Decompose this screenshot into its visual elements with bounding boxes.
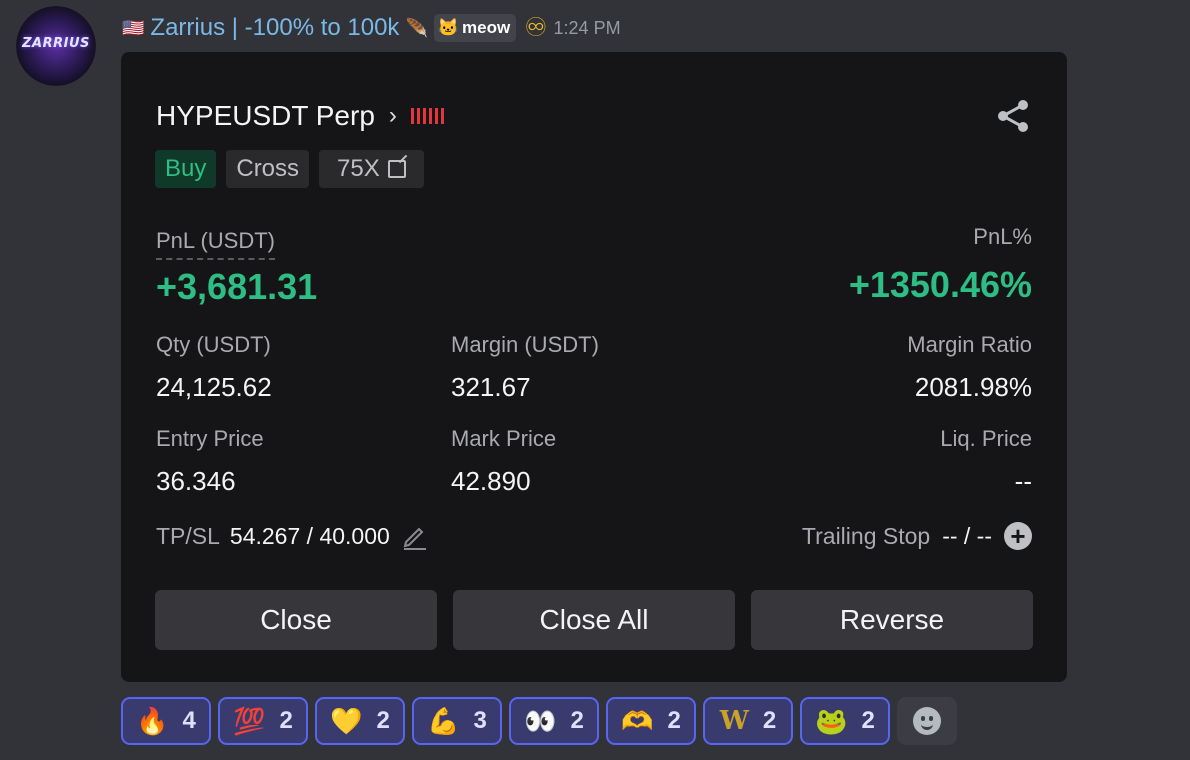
pnl-label[interactable]: PnL (USDT) [156,228,275,260]
liq-price-value: -- [1014,466,1032,496]
reaction-eyes[interactable]: 👀 2 [509,697,599,745]
yellow-heart-icon: 💛 [330,705,363,736]
trailing-stop-label: Trailing Stop [801,522,931,549]
reaction-heart-hands[interactable]: 🫶 2 [606,697,696,745]
liq-price-label: Liq. Price [940,426,1032,451]
entry-price-value: 36.346 [156,466,236,496]
margin-ratio-value: 2081.98% [914,372,1032,402]
feather-icon: 🪶 [405,17,428,39]
smiley-icon [913,707,941,735]
close-button[interactable]: Close [155,590,437,650]
w-icon: W [719,706,749,736]
qty-value: 24,125.62 [156,372,272,402]
reaction-count: 2 [279,707,293,734]
reaction-100[interactable]: 💯 2 [218,697,308,745]
margin-mode-badge: Cross [226,150,310,188]
mark-price-value: 42.890 [451,466,531,496]
reaction-count: 4 [182,707,196,734]
muscle-icon: 💪 [427,705,460,736]
heart-hands-icon: 🫶 [621,705,654,736]
reaction-heart[interactable]: 💛 2 [315,697,405,745]
reaction-count: 2 [570,707,584,734]
tpsl-label: TP/SL [156,522,220,549]
server-tag[interactable]: 🐱 meow [433,14,517,42]
pnl-pct-value: +1350.46% [848,264,1032,305]
pair-row[interactable]: HYPEUSDT Perp › [156,100,444,132]
chevron-right-icon: › [388,102,397,129]
eyes-icon: 👀 [524,705,557,736]
leverage-button[interactable]: 75X [319,150,424,188]
position-card: HYPEUSDT Perp › Buy Cross 75X PnL (USDT)… [121,52,1067,682]
margin-ratio-label: Margin Ratio [907,332,1032,357]
qty-label: Qty (USDT) [156,332,271,357]
reaction-count: 2 [762,707,777,734]
infinity-icon: ♾ [524,13,548,43]
reaction-count: 2 [376,707,390,734]
add-reaction-button[interactable] [897,697,957,745]
plus-icon[interactable]: + [1004,522,1032,550]
trailing-stop-value: -- / -- [942,522,992,549]
reaction-count: 3 [473,707,487,734]
close-all-button[interactable]: Close All [453,590,735,650]
entry-price-label: Entry Price [156,426,264,451]
margin-value: 321.67 [451,372,531,402]
timestamp[interactable]: 1:24 PM [554,18,621,39]
cat-icon: 🐱 [437,18,460,37]
tpsl-value: 54.267 / 40.000 [229,522,390,549]
signal-bars-icon [410,108,444,124]
message-header: 🇺🇸 Zarrius | -100% to 100k 🪶 🐱 meow ♾ 1:… [122,12,621,44]
fire-icon: 🔥 [136,705,169,736]
reaction-pepe[interactable]: 🐸 2 [800,697,890,745]
flag-icon: 🇺🇸 [122,17,145,39]
reverse-button[interactable]: Reverse [751,590,1033,650]
position-tags: Buy Cross 75X [155,150,424,188]
pencil-icon[interactable] [400,522,428,550]
reactions-bar: 🔥 4 💯 2 💛 2 💪 3 👀 2 🫶 2 W 2 🐸 2 [121,697,957,745]
leverage-value: 75X [337,155,380,182]
reaction-count: 2 [861,707,875,734]
server-tag-label: meow [462,18,511,37]
pnl-value: +3,681.31 [156,266,318,307]
avatar[interactable]: ZARRIUS [16,6,96,86]
pair-title: HYPEUSDT Perp [156,100,375,131]
margin-label: Margin (USDT) [451,332,599,357]
avatar-text: ZARRIUS [22,36,90,51]
reaction-fire[interactable]: 🔥 4 [121,697,211,745]
reaction-w[interactable]: W 2 [703,697,793,745]
edit-icon [387,160,406,178]
pnl-pct-label: PnL% [973,224,1032,249]
share-icon[interactable] [995,98,1031,134]
hundred-icon: 💯 [233,705,266,736]
username[interactable]: Zarrius | -100% to 100k [150,14,399,42]
reaction-count: 2 [667,707,681,734]
pepe-king-icon: 🐸 [815,705,848,736]
tpsl-row: TP/SL 54.267 / 40.000 [156,522,428,550]
side-badge: Buy [155,150,217,188]
reaction-muscle[interactable]: 💪 3 [412,697,502,745]
mark-price-label: Mark Price [451,426,557,451]
trailing-stop-row: Trailing Stop -- / -- + [802,522,1032,550]
